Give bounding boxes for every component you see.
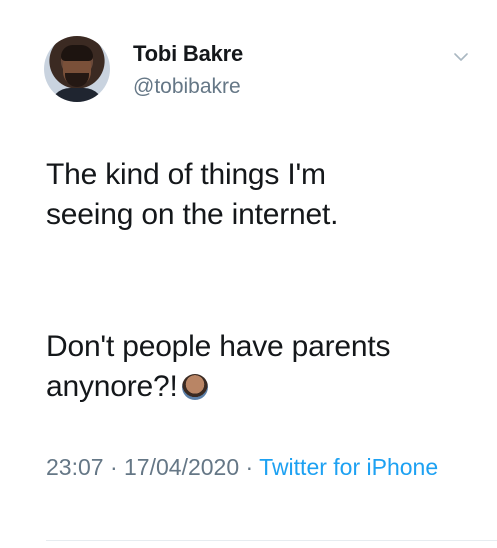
- tweet-time[interactable]: 23:07: [46, 454, 104, 480]
- tweet-date[interactable]: 17/04/2020: [124, 454, 239, 480]
- avatar-shirt: [50, 88, 104, 102]
- tweet-text-paragraph: Don't people have parents anynore?!: [46, 327, 476, 407]
- tweet-text-line: The kind of things I'm: [46, 158, 326, 191]
- author-handle[interactable]: @tobibakre: [133, 75, 241, 99]
- tweet-text: The kind of things I'm seeing on the int…: [46, 155, 466, 235]
- tweet-card: Tobi Bakre @tobibakre The kind of things…: [0, 0, 497, 548]
- author-name[interactable]: Tobi Bakre: [133, 41, 243, 67]
- tweet-text-line-content: anynore?!: [46, 370, 178, 403]
- person-facepalming-emoji-icon: [181, 374, 208, 400]
- avatar-hair: [61, 45, 93, 61]
- tweet-text-line: anynore?!: [46, 367, 476, 407]
- chevron-down-icon[interactable]: [454, 52, 468, 62]
- meta-separator: ·: [103, 454, 125, 480]
- meta-separator: ·: [239, 454, 260, 480]
- avatar-beard: [65, 73, 89, 87]
- tweet-text-line: seeing on the internet.: [46, 198, 339, 231]
- tweet-meta: 23:07 · 17/04/2020 · Twitter for iPhone: [46, 450, 466, 484]
- tweet-text-line: Don't people have parents: [46, 330, 391, 363]
- avatar[interactable]: [44, 36, 110, 102]
- tweet-source-link[interactable]: Twitter for iPhone: [259, 454, 438, 480]
- divider: [46, 540, 497, 541]
